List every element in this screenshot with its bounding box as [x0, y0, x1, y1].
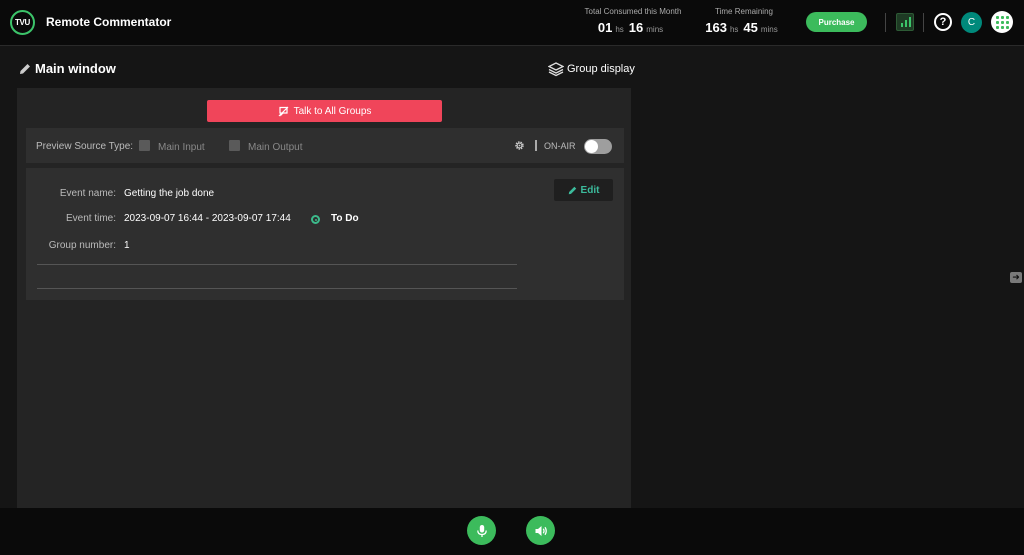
group-number-label: Group number:	[48, 240, 116, 251]
talk-to-all-groups-button[interactable]: Talk to All Groups	[207, 100, 442, 122]
microphone-button[interactable]	[467, 516, 496, 545]
main-input-checkbox[interactable]	[139, 140, 150, 151]
remaining-value: 163 hs 45 mins	[704, 20, 784, 35]
main-output-label[interactable]: Main Output	[248, 142, 302, 153]
layers-icon[interactable]	[548, 61, 564, 77]
apps-grid-icon[interactable]	[991, 11, 1013, 33]
edit-button[interactable]: Edit	[554, 179, 613, 201]
main-window-title: Main window	[35, 61, 116, 76]
expand-arrow-icon[interactable]: ➜	[1010, 272, 1022, 283]
pencil-icon	[20, 64, 30, 74]
consumed-label: Total Consumed this Month	[584, 7, 682, 16]
consumed-hours-unit: hs	[615, 25, 624, 34]
on-air-toggle[interactable]	[584, 139, 612, 154]
on-air-label: ON-AIR	[544, 141, 576, 151]
group-number-value: 1	[124, 240, 130, 251]
event-status: To Do	[331, 213, 359, 224]
consumed-mins: 16	[628, 20, 644, 35]
remaining-stat: Time Remaining 163 hs 45 mins	[704, 7, 784, 35]
divider-line	[37, 264, 517, 265]
event-time-label: Event time:	[65, 213, 116, 224]
divider-line	[37, 288, 517, 289]
speaker-icon	[535, 525, 547, 536]
app-root: TVU Remote Commentator Total Consumed th…	[0, 0, 1024, 555]
avatar[interactable]: C	[961, 12, 982, 33]
remaining-hours-unit: hs	[729, 25, 739, 34]
edit-label: Edit	[580, 184, 600, 196]
purchase-button[interactable]: Purchase	[806, 12, 867, 32]
bottom-bar	[0, 508, 1024, 555]
event-name-value: Getting the job done	[124, 188, 215, 199]
main-output-checkbox[interactable]	[229, 140, 240, 151]
speaker-button[interactable]	[526, 516, 555, 545]
header-divider	[923, 13, 924, 32]
preview-source-label: Preview Source Type:	[36, 141, 134, 152]
header-divider	[885, 13, 886, 32]
consumed-hours: 01	[597, 20, 613, 35]
main-input-label[interactable]: Main Input	[158, 142, 205, 153]
toggle-knob	[585, 140, 598, 153]
microphone-icon	[476, 524, 487, 537]
consumed-mins-unit: mins	[646, 25, 664, 34]
toolbar-divider	[535, 140, 537, 151]
remaining-hours: 163	[705, 20, 727, 35]
talk-button-label: Talk to All Groups	[293, 105, 372, 117]
remaining-mins: 45	[743, 20, 758, 35]
remaining-label: Time Remaining	[715, 7, 773, 16]
event-time-value: 2023-09-07 16:44 - 2023-09-07 17:44	[124, 213, 291, 224]
gear-icon[interactable]	[514, 140, 525, 151]
edit-pencil-icon	[568, 186, 576, 194]
event-name-label: Event name:	[59, 188, 116, 199]
no-talk-icon	[278, 106, 289, 116]
status-dot-icon	[311, 215, 320, 224]
group-display-link[interactable]: Group display	[567, 63, 635, 75]
app-title: Remote Commentator	[46, 15, 172, 29]
help-icon[interactable]: ?	[934, 13, 952, 31]
consumed-stat: Total Consumed this Month 01 hs 16 mins	[576, 7, 690, 35]
bar-chart-icon[interactable]	[896, 13, 914, 31]
remaining-mins-unit: mins	[760, 25, 778, 34]
tvu-logo: TVU	[10, 10, 35, 35]
consumed-value: 01 hs 16 mins	[576, 20, 690, 35]
